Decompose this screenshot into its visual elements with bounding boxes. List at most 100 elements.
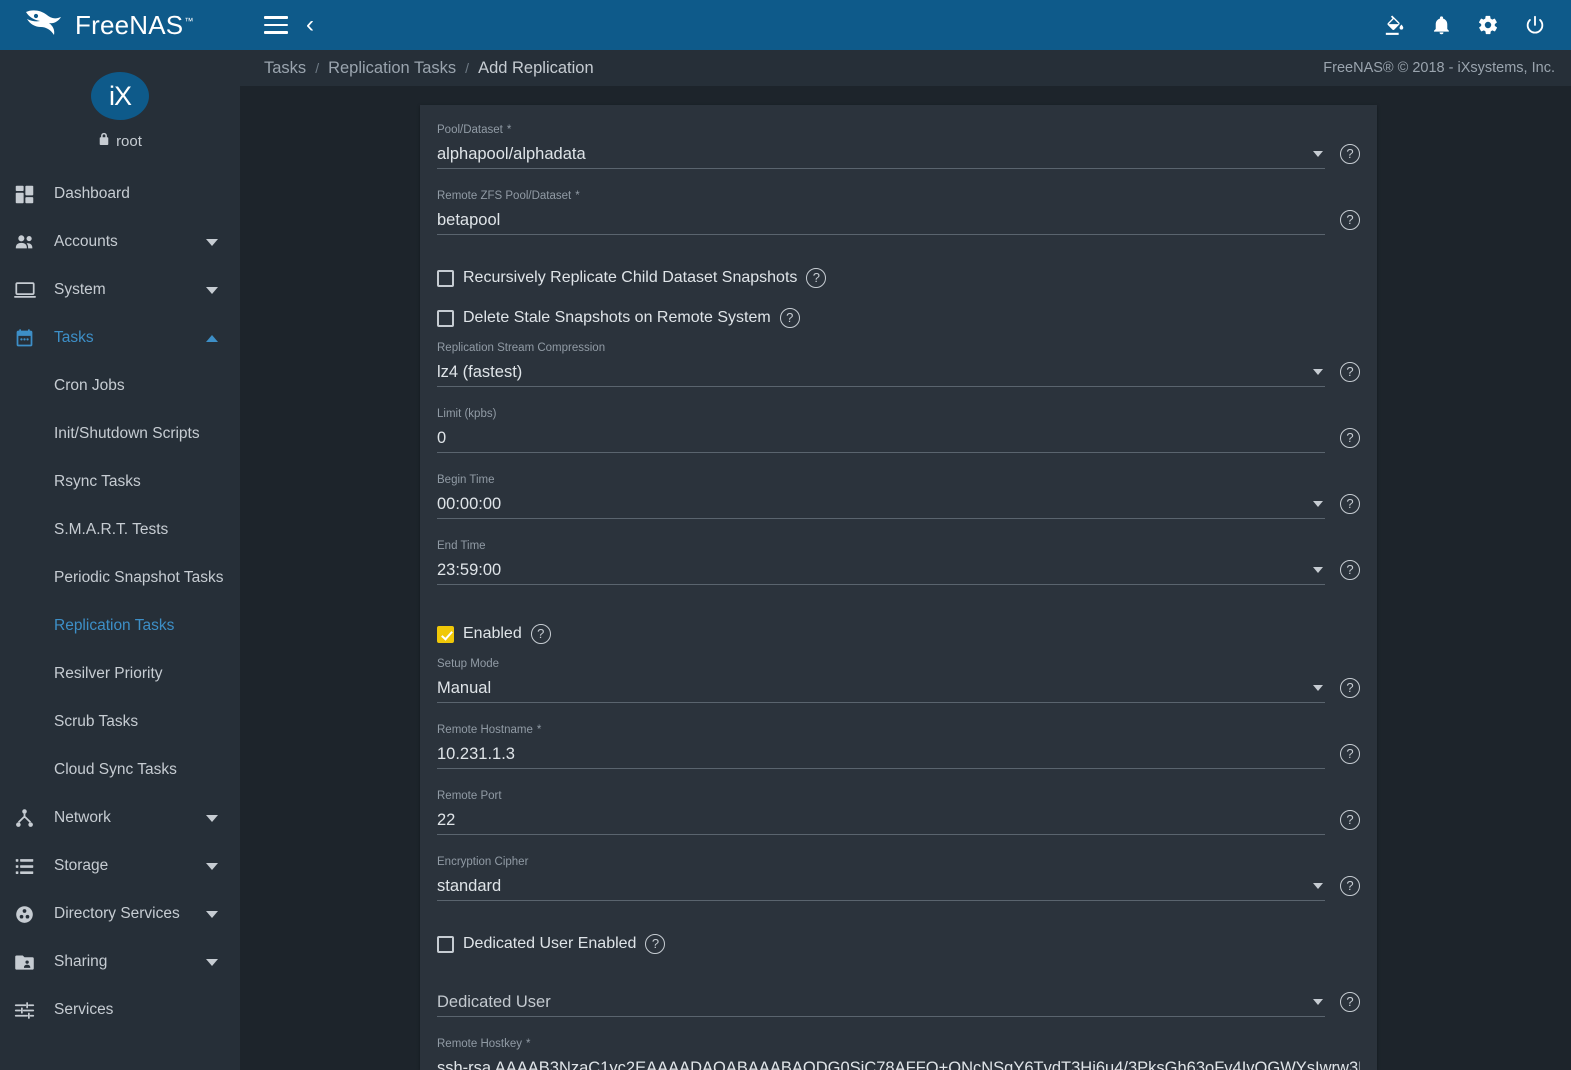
remote-zfs-pool-input[interactable]: betapool (437, 205, 1325, 235)
help-icon[interactable]: ? (1340, 992, 1360, 1012)
field-remote-hostkey: Remote Hostkey * ssh-rsa AAAAB3NzaC1yc2EA… (437, 1037, 1360, 1070)
chevron-down-icon[interactable] (1313, 500, 1323, 507)
settings-gear-icon[interactable] (1477, 14, 1499, 36)
sidebar-item-services[interactable]: Services (0, 986, 240, 1034)
field-dedicated-user-enabled: Dedicated User Enabled ? (437, 927, 1360, 961)
help-icon[interactable]: ? (1340, 362, 1360, 382)
sidebar-subitem-label: Cron Jobs (54, 377, 125, 394)
help-icon[interactable]: ? (1340, 428, 1360, 448)
encryption-cipher-select[interactable]: standard (437, 871, 1325, 901)
chevron-down-icon[interactable] (206, 286, 218, 294)
help-icon[interactable]: ? (1340, 744, 1360, 764)
sidebar-item-system[interactable]: System (0, 266, 240, 314)
help-icon[interactable]: ? (806, 268, 827, 288)
help-icon[interactable]: ? (530, 624, 551, 644)
notifications-bell-icon[interactable] (1431, 15, 1452, 36)
field-enabled: Enabled ? (437, 617, 1360, 651)
help-icon[interactable]: ? (645, 934, 666, 954)
sidebar-item-tasks[interactable]: Tasks (0, 314, 240, 362)
chevron-down-icon[interactable] (1313, 684, 1323, 691)
sidebar-item-label: Directory Services (54, 905, 180, 922)
field-setup-mode: Setup Mode Manual ? (437, 657, 1360, 703)
delete-stale-snapshots-checkbox[interactable] (437, 309, 454, 327)
sidebar-item-directory-services[interactable]: Directory Services (0, 890, 240, 938)
help-icon[interactable]: ? (1340, 144, 1360, 164)
required-marker: * (526, 1038, 531, 1050)
sidebar-item-sharing[interactable]: Sharing (0, 938, 240, 986)
sidebar-subitem-periodic-snapshot-tasks[interactable]: Periodic Snapshot Tasks (0, 554, 240, 602)
sidebar-subitem-smart-tests[interactable]: S.M.A.R.T. Tests (0, 506, 240, 554)
remote-hostname-input[interactable]: 10.231.1.3 (437, 739, 1325, 769)
ix-avatar-icon: iX (91, 72, 149, 120)
sidebar-item-dashboard[interactable]: Dashboard (0, 170, 240, 218)
checkbox-label: Enabled (463, 625, 522, 642)
sidebar-item-storage[interactable]: Storage (0, 842, 240, 890)
remote-hostkey-input[interactable]: ssh-rsa AAAAB3NzaC1yc2EAAAADAQABAAABAQDG… (437, 1053, 1360, 1070)
field-replication-stream-compression: Replication Stream Compression lz4 (fast… (437, 341, 1360, 387)
begin-time-select[interactable]: 00:00:00 (437, 489, 1325, 519)
dedicated-user-select[interactable]: Dedicated User (437, 987, 1325, 1017)
help-icon[interactable]: ? (1340, 678, 1360, 698)
chevron-left-icon[interactable]: ‹ (306, 13, 314, 37)
field-placeholder: Dedicated User (437, 992, 551, 1011)
breadcrumb-item-tasks[interactable]: Tasks (264, 59, 306, 78)
help-icon[interactable]: ? (1340, 560, 1360, 580)
sidebar-subitem-rsync-tasks[interactable]: Rsync Tasks (0, 458, 240, 506)
sidebar-subitem-cloud-sync-tasks[interactable]: Cloud Sync Tasks (0, 746, 240, 794)
sidebar-item-network[interactable]: Network (0, 794, 240, 842)
chevron-down-icon[interactable] (1313, 566, 1323, 573)
required-marker: * (506, 124, 512, 136)
theme-paint-icon[interactable] (1384, 14, 1406, 36)
chevron-down-icon[interactable] (1313, 368, 1323, 375)
dedicated-user-enabled-checkbox[interactable] (437, 935, 454, 953)
chevron-down-icon[interactable] (206, 238, 218, 246)
sidebar-subitem-cron-jobs[interactable]: Cron Jobs (0, 362, 240, 410)
field-end-time: End Time 23:59:00 ? (437, 539, 1360, 585)
profile-username: root (116, 132, 142, 150)
breadcrumb-item-add-replication: Add Replication (478, 58, 594, 77)
end-time-select[interactable]: 23:59:00 (437, 555, 1325, 585)
recursively-replicate-checkbox[interactable] (437, 269, 454, 287)
freenas-app: FreeNAS™ ‹ i X root Dashboard Accounts S… (0, 0, 1571, 1070)
field-value: Manual (437, 678, 492, 697)
pool-dataset-select[interactable]: alphapool/alphadata (437, 139, 1325, 169)
chevron-down-icon[interactable] (206, 814, 218, 822)
compression-select[interactable]: lz4 (fastest) (437, 357, 1325, 387)
breadcrumb-separator: / (465, 60, 470, 76)
chevron-down-icon[interactable] (206, 910, 218, 918)
help-icon[interactable]: ? (1340, 876, 1360, 896)
content-area: Tasks / Replication Tasks / Add Replicat… (240, 50, 1571, 1070)
limit-input[interactable]: 0 (437, 423, 1325, 453)
field-value: betapool (437, 210, 501, 229)
remote-port-input[interactable]: 22 (437, 805, 1325, 835)
chevron-down-icon[interactable] (206, 862, 218, 870)
storage-list-icon (14, 856, 54, 877)
chevron-down-icon[interactable] (1313, 998, 1323, 1005)
sidebar-subitem-init-shutdown-scripts[interactable]: Init/Shutdown Scripts (0, 410, 240, 458)
profile-username-row[interactable]: root (98, 132, 142, 150)
help-icon[interactable]: ? (1340, 210, 1360, 230)
sidebar-subitem-scrub-tasks[interactable]: Scrub Tasks (0, 698, 240, 746)
help-icon[interactable]: ? (1340, 810, 1360, 830)
sidebar-subitem-replication-tasks[interactable]: Replication Tasks (0, 602, 240, 650)
chevron-down-icon[interactable] (1313, 882, 1323, 889)
power-icon[interactable] (1524, 14, 1546, 36)
copyright-text: FreeNAS® © 2018 - iXsystems, Inc. (1323, 60, 1555, 76)
required-marker: * (536, 724, 542, 736)
sidebar-item-accounts[interactable]: Accounts (0, 218, 240, 266)
setup-mode-select[interactable]: Manual (437, 673, 1325, 703)
help-icon[interactable]: ? (779, 308, 800, 328)
enabled-checkbox[interactable] (437, 625, 454, 643)
sidebar-subitem-resilver-priority[interactable]: Resilver Priority (0, 650, 240, 698)
help-icon[interactable]: ? (1340, 494, 1360, 514)
chevron-down-icon[interactable] (206, 958, 218, 966)
chevron-up-icon[interactable] (206, 334, 218, 342)
field-remote-port: Remote Port 22 ? (437, 789, 1360, 835)
chevron-down-icon[interactable] (1313, 150, 1323, 157)
hamburger-menu-icon[interactable] (264, 16, 288, 34)
breadcrumb-item-replication-tasks[interactable]: Replication Tasks (328, 59, 456, 78)
